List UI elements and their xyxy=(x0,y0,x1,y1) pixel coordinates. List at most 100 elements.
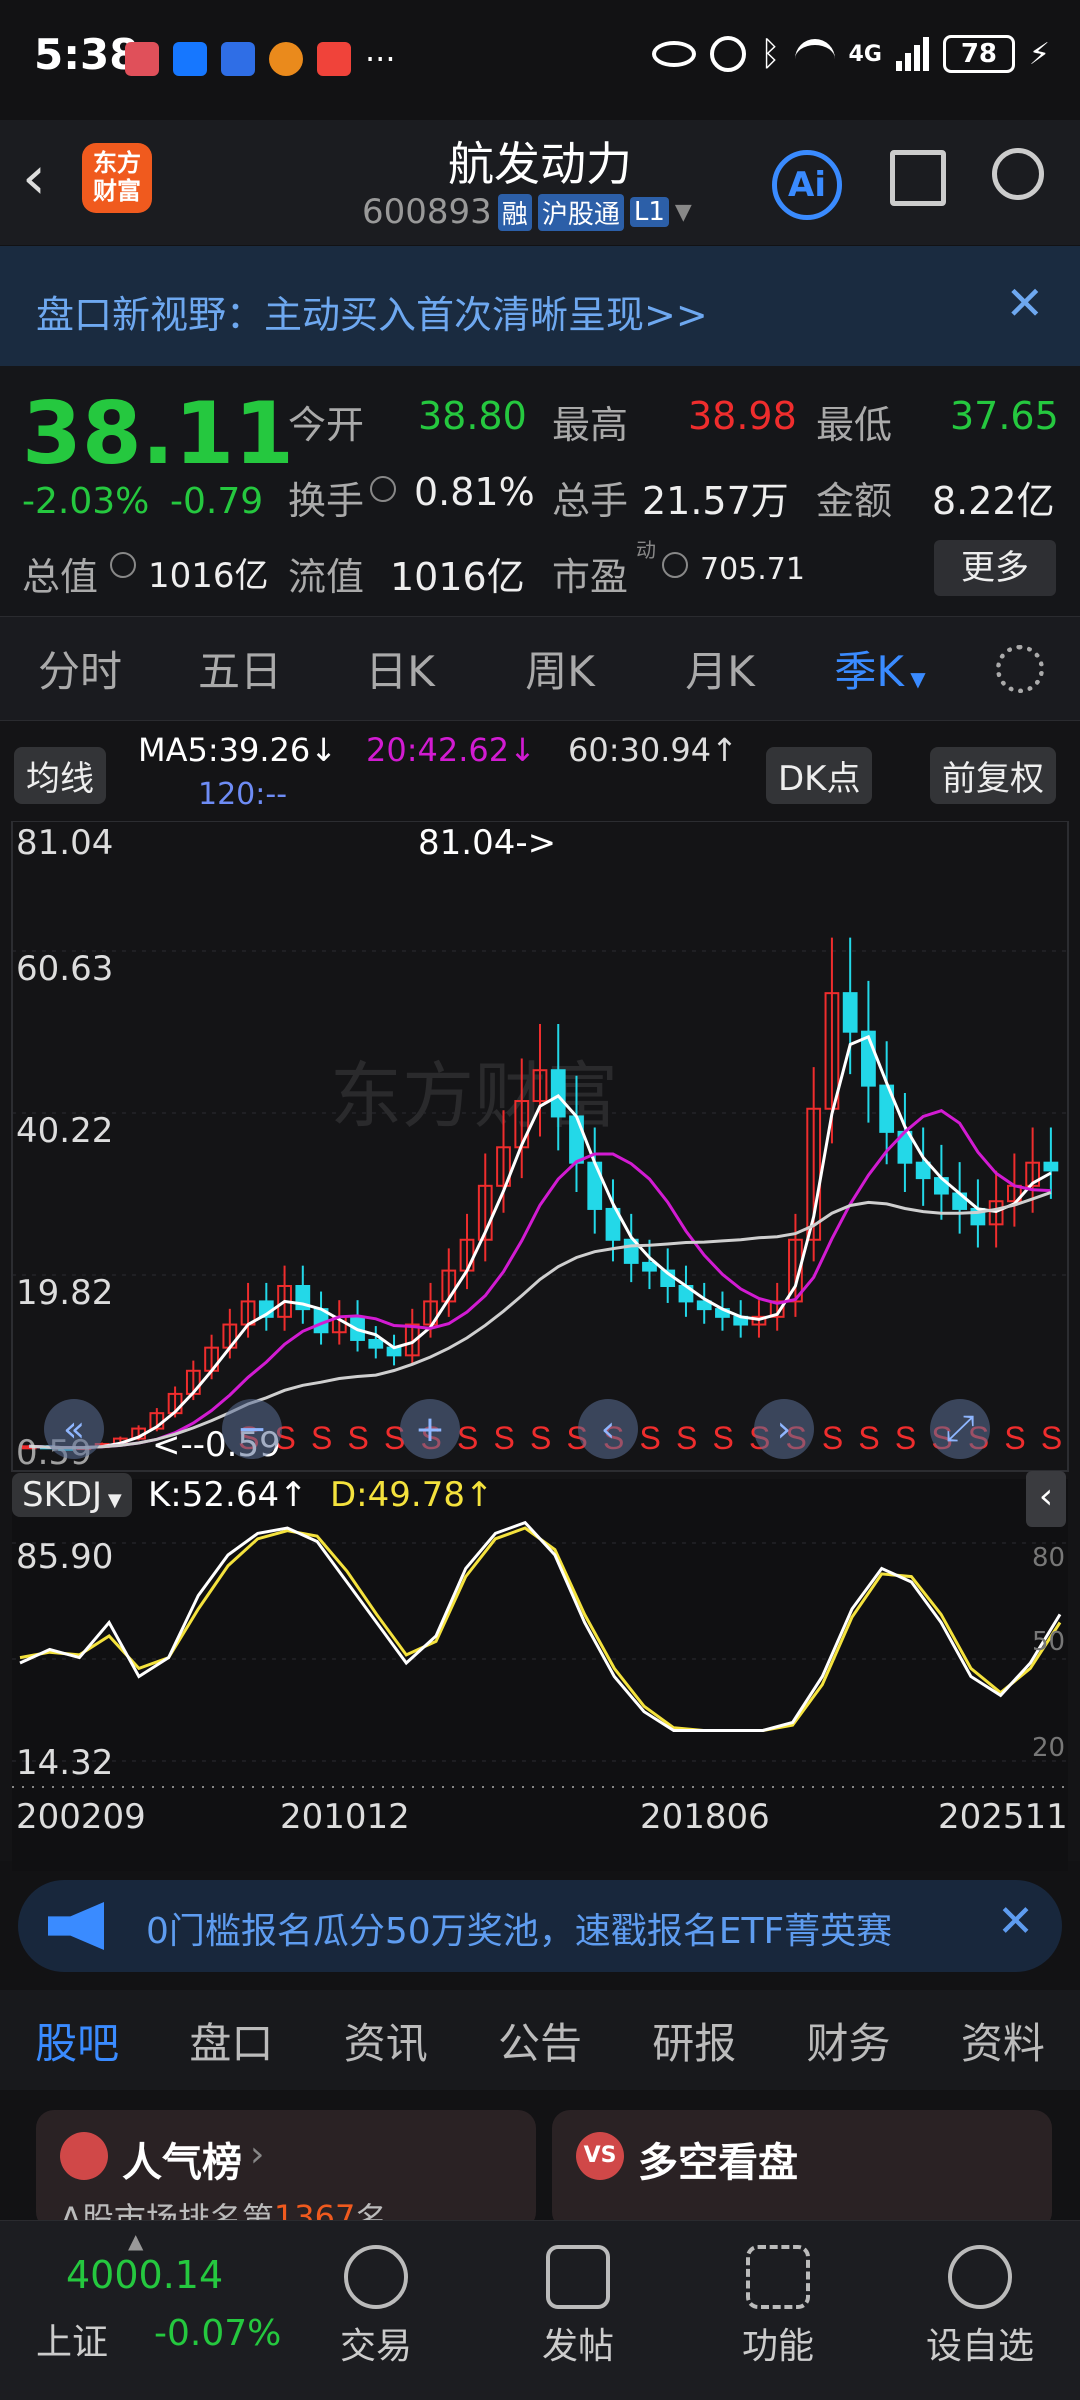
info-icon[interactable] xyxy=(110,552,136,578)
bull-bear-title: 多空看盘 xyxy=(638,2140,798,2186)
indicator-selector[interactable]: SKDJ ▼ xyxy=(12,1473,132,1517)
period-tabs: 分时 五日 日K 周K 月K 季K ▼ xyxy=(0,616,1080,721)
nav-functions[interactable]: 功能 xyxy=(678,2221,878,2400)
tab-weekly-k[interactable]: 周K xyxy=(480,638,640,699)
grid-icon xyxy=(746,2245,810,2309)
chart-settings-button[interactable] xyxy=(960,644,1080,693)
indicator-ref-80: 80 xyxy=(1032,1543,1066,1573)
x-tick-label: 201806 xyxy=(640,1797,770,1837)
tab-monthly-k[interactable]: 月K xyxy=(640,638,800,699)
y-tick-label: 81.04 xyxy=(16,823,114,863)
fullscreen-icon[interactable]: ⤢ xyxy=(930,1399,990,1459)
change-amount: -0.79 xyxy=(170,481,264,522)
y-tick-label: 60.63 xyxy=(16,949,114,989)
x-tick-label: 201012 xyxy=(280,1797,410,1837)
volume-value: 21.57万 xyxy=(642,479,789,523)
battery-icon: 78 xyxy=(942,35,1015,73)
tab-news[interactable]: 资讯 xyxy=(309,2010,463,2071)
float-cap-value: 1016亿 xyxy=(390,555,525,599)
indicator-ref-50: 50 xyxy=(1032,1627,1066,1657)
stock-subtitle[interactable]: 600893 融 沪股通 L1 ▼ xyxy=(362,192,692,232)
dropdown-icon: ▼ xyxy=(903,667,926,691)
skdj-k-value: K:52.64↑ xyxy=(148,1475,308,1515)
sell-signal: S xyxy=(311,1420,332,1456)
tab-quarterly-k[interactable]: 季K ▼ xyxy=(800,638,960,699)
high-value: 38.98 xyxy=(688,394,797,438)
zoom-in-icon[interactable]: + xyxy=(400,1399,460,1459)
sell-signal: S xyxy=(676,1420,697,1456)
candles-group xyxy=(21,937,1059,1451)
tab-profile[interactable]: 资料 xyxy=(926,2010,1080,2071)
more-circle-icon xyxy=(948,2245,1012,2309)
tab-daily-k[interactable]: 日K xyxy=(320,638,480,699)
tab-research[interactable]: 研报 xyxy=(617,2010,771,2071)
tab-financials[interactable]: 财务 xyxy=(771,2010,925,2071)
ma-button[interactable]: 均线 xyxy=(14,747,106,804)
high-annotation: 81.04-> xyxy=(418,823,557,863)
search-icon[interactable] xyxy=(992,148,1044,200)
ma5-value: MA5:39.26↓ xyxy=(138,731,338,769)
dk-point-button[interactable]: DK点 xyxy=(766,747,873,804)
candle-body xyxy=(368,1338,384,1349)
ai-icon[interactable]: Ai xyxy=(772,150,842,220)
index-value: 4000.14 xyxy=(66,2253,224,2297)
nav-post[interactable]: 发帖 xyxy=(478,2221,678,2400)
vs-icon: VS xyxy=(576,2132,624,2180)
info-icon[interactable] xyxy=(662,552,688,578)
notification-icons: ··· xyxy=(125,40,396,78)
close-icon[interactable]: ✕ xyxy=(997,1896,1034,1947)
alarm-icon xyxy=(710,36,747,72)
promo-banner[interactable]: 0门槛报名瓜分50万奖池，速戳报名ETF菁英赛 ✕ xyxy=(18,1880,1062,1972)
turnover-value: 0.81% xyxy=(414,470,535,514)
x-tick-label: 200209 xyxy=(16,1797,146,1837)
tab-guba[interactable]: 股吧 xyxy=(0,2010,154,2099)
info-icon[interactable] xyxy=(370,476,396,502)
tab-announcements[interactable]: 公告 xyxy=(463,2010,617,2071)
adjust-button[interactable]: 前复权 xyxy=(930,747,1056,804)
kline-svg[interactable]: 东方财富 SSSSSSSSSSSSSSSSSSSSSSS xyxy=(0,821,1080,1871)
candle-body xyxy=(642,1261,657,1272)
sell-signal: S xyxy=(639,1420,660,1456)
stock-code: 600893 xyxy=(362,192,492,232)
more-button[interactable]: 更多 xyxy=(934,540,1056,596)
tab-intraday[interactable]: 分时 xyxy=(0,638,160,699)
share-icon[interactable] xyxy=(890,150,946,206)
change-percent: -2.03% xyxy=(22,481,150,522)
tab-order-book[interactable]: 盘口 xyxy=(154,2010,308,2071)
bottom-bar: ▲ 4000.14 上证 -0.07% 交易 发帖 功能 设自选 xyxy=(0,2220,1080,2400)
scroll-right-icon[interactable]: › xyxy=(754,1399,814,1459)
low-value: 37.65 xyxy=(950,394,1059,438)
alipay-icon xyxy=(173,42,207,76)
y-tick-label: 19.82 xyxy=(16,1273,114,1313)
high-label: 最高 xyxy=(552,403,629,447)
gear-icon xyxy=(996,644,1044,693)
banner-text: 盘口新视野：主动买入首次清晰呈现>> xyxy=(36,293,708,337)
close-icon[interactable]: ✕ xyxy=(1005,276,1044,330)
ma20-value: 20:42.62↓ xyxy=(366,731,536,769)
megaphone-icon xyxy=(48,1902,104,1950)
open-label: 今开 xyxy=(288,403,365,447)
nav-add-watchlist[interactable]: 设自选 xyxy=(880,2221,1080,2400)
announcement-banner[interactable]: 盘口新视野：主动买入首次清晰呈现>> ✕ xyxy=(0,246,1080,366)
ranking-icon xyxy=(60,2132,108,2180)
index-ticker[interactable]: ▲ 4000.14 上证 -0.07% xyxy=(0,2221,290,2400)
scroll-left-fast-icon[interactable]: « xyxy=(44,1399,104,1459)
popularity-card[interactable]: 人气榜 › A股市场排名第 1367 名 xyxy=(36,2110,536,2232)
zoom-out-icon[interactable]: − xyxy=(222,1399,282,1459)
indicator-y-bottom: 14.32 xyxy=(16,1743,114,1783)
sell-signal: S xyxy=(895,1420,916,1456)
sell-signal: S xyxy=(348,1420,369,1456)
candle-body xyxy=(915,1161,931,1180)
scroll-left-icon[interactable]: ‹ xyxy=(578,1399,638,1459)
amount-value: 8.22亿 xyxy=(932,479,1055,523)
candle-body xyxy=(569,1115,584,1164)
nav-trade[interactable]: 交易 xyxy=(276,2221,476,2400)
expand-icon: ▲ xyxy=(128,2229,144,2253)
margin-badge: 融 xyxy=(497,193,532,231)
indicator-y-top: 85.90 xyxy=(16,1537,114,1577)
tab-five-day[interactable]: 五日 xyxy=(160,638,320,699)
network-type: 4G xyxy=(848,41,882,67)
popularity-title: 人气榜 xyxy=(122,2140,242,2186)
collapse-indicator-button[interactable]: ‹ xyxy=(1026,1471,1066,1527)
bull-bear-card[interactable]: VS 多空看盘 xyxy=(552,2110,1052,2230)
